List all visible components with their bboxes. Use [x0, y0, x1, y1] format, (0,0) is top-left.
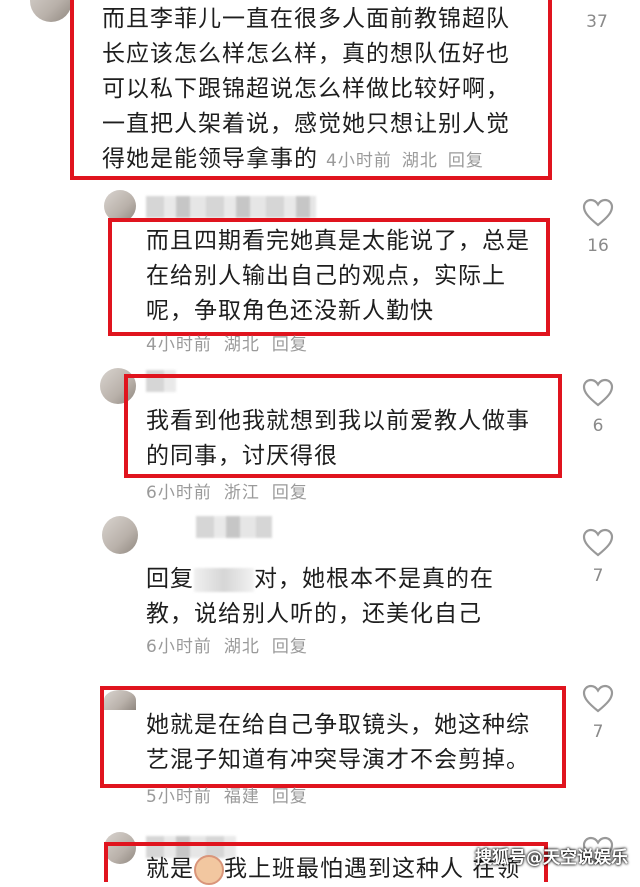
- comment-text: 回复 对，她根本不是真的在 教，说给别人听的，还美化自己: [146, 566, 494, 627]
- reply-prefix: 回复: [146, 566, 194, 592]
- like-button[interactable]: 7: [581, 684, 615, 742]
- comment-location: 湖北: [223, 335, 260, 355]
- comment-location: 浙江: [223, 483, 260, 503]
- comment-time: 6小时前: [146, 483, 212, 503]
- comment-meta: 6小时前 湖北 回复: [146, 632, 320, 657]
- comment-time: 5小时前: [146, 787, 212, 807]
- comment-text: 而且四期看完她真是太能说了，总是 在给别人输出自己的观点，实际上 呢，争取角色还…: [146, 228, 530, 324]
- comment-location: 湖北: [223, 637, 260, 657]
- heart-icon: [582, 378, 614, 407]
- like-button[interactable]: 6: [581, 378, 615, 436]
- comment-time: 4小时前: [146, 335, 212, 355]
- watermark: 搜狐号@天空说娱乐: [475, 848, 628, 868]
- emoji-icon: [194, 854, 224, 885]
- heart-icon: [582, 684, 614, 713]
- like-button[interactable]: 7: [581, 528, 615, 586]
- comment-time: 4小时前: [326, 151, 392, 171]
- heart-icon: [582, 528, 614, 557]
- comment-time: 6小时前: [146, 637, 212, 657]
- like-button[interactable]: 37: [580, 0, 614, 32]
- reply-button[interactable]: 回复: [448, 151, 484, 171]
- like-count: 16: [587, 236, 609, 256]
- reply-button[interactable]: 回复: [272, 335, 308, 355]
- comment-meta: 4小时前 湖北 回复: [326, 151, 494, 171]
- heart-icon: [582, 198, 614, 227]
- comment-meta: 4小时前 湖北 回复: [146, 330, 320, 355]
- comment-location: 湖北: [401, 151, 438, 171]
- username-blurred: [196, 516, 272, 538]
- avatar[interactable]: [102, 516, 138, 554]
- username-blurred: [146, 196, 316, 218]
- like-button[interactable]: 16: [581, 198, 615, 256]
- comment-text: 而且李菲儿一直在很多人面前教锦超队 长应该怎么样怎么样，真的想队伍好也 可以私下…: [102, 6, 510, 172]
- reply-button[interactable]: 回复: [272, 637, 308, 657]
- comment-text: 她就是在给自己争取镜头，她这种综 艺混子知道有冲突导演才不会剪掉。: [146, 712, 530, 773]
- comment-meta: 6小时前 浙江 回复: [146, 478, 320, 503]
- comment-location: 福建: [223, 787, 260, 807]
- mentioned-user-blurred: [194, 567, 254, 592]
- comment-meta: 5小时前 福建 回复: [146, 782, 320, 807]
- comment-text: 我看到他我就想到我以前爱教人做事 的同事，讨厌得很: [146, 408, 530, 469]
- like-count: 7: [592, 722, 604, 742]
- reply-button[interactable]: 回复: [272, 483, 308, 503]
- like-count: 6: [592, 416, 604, 436]
- like-count: 7: [592, 566, 604, 586]
- like-count: 37: [586, 12, 608, 32]
- reply-button[interactable]: 回复: [272, 787, 308, 807]
- avatar[interactable]: [30, 0, 72, 22]
